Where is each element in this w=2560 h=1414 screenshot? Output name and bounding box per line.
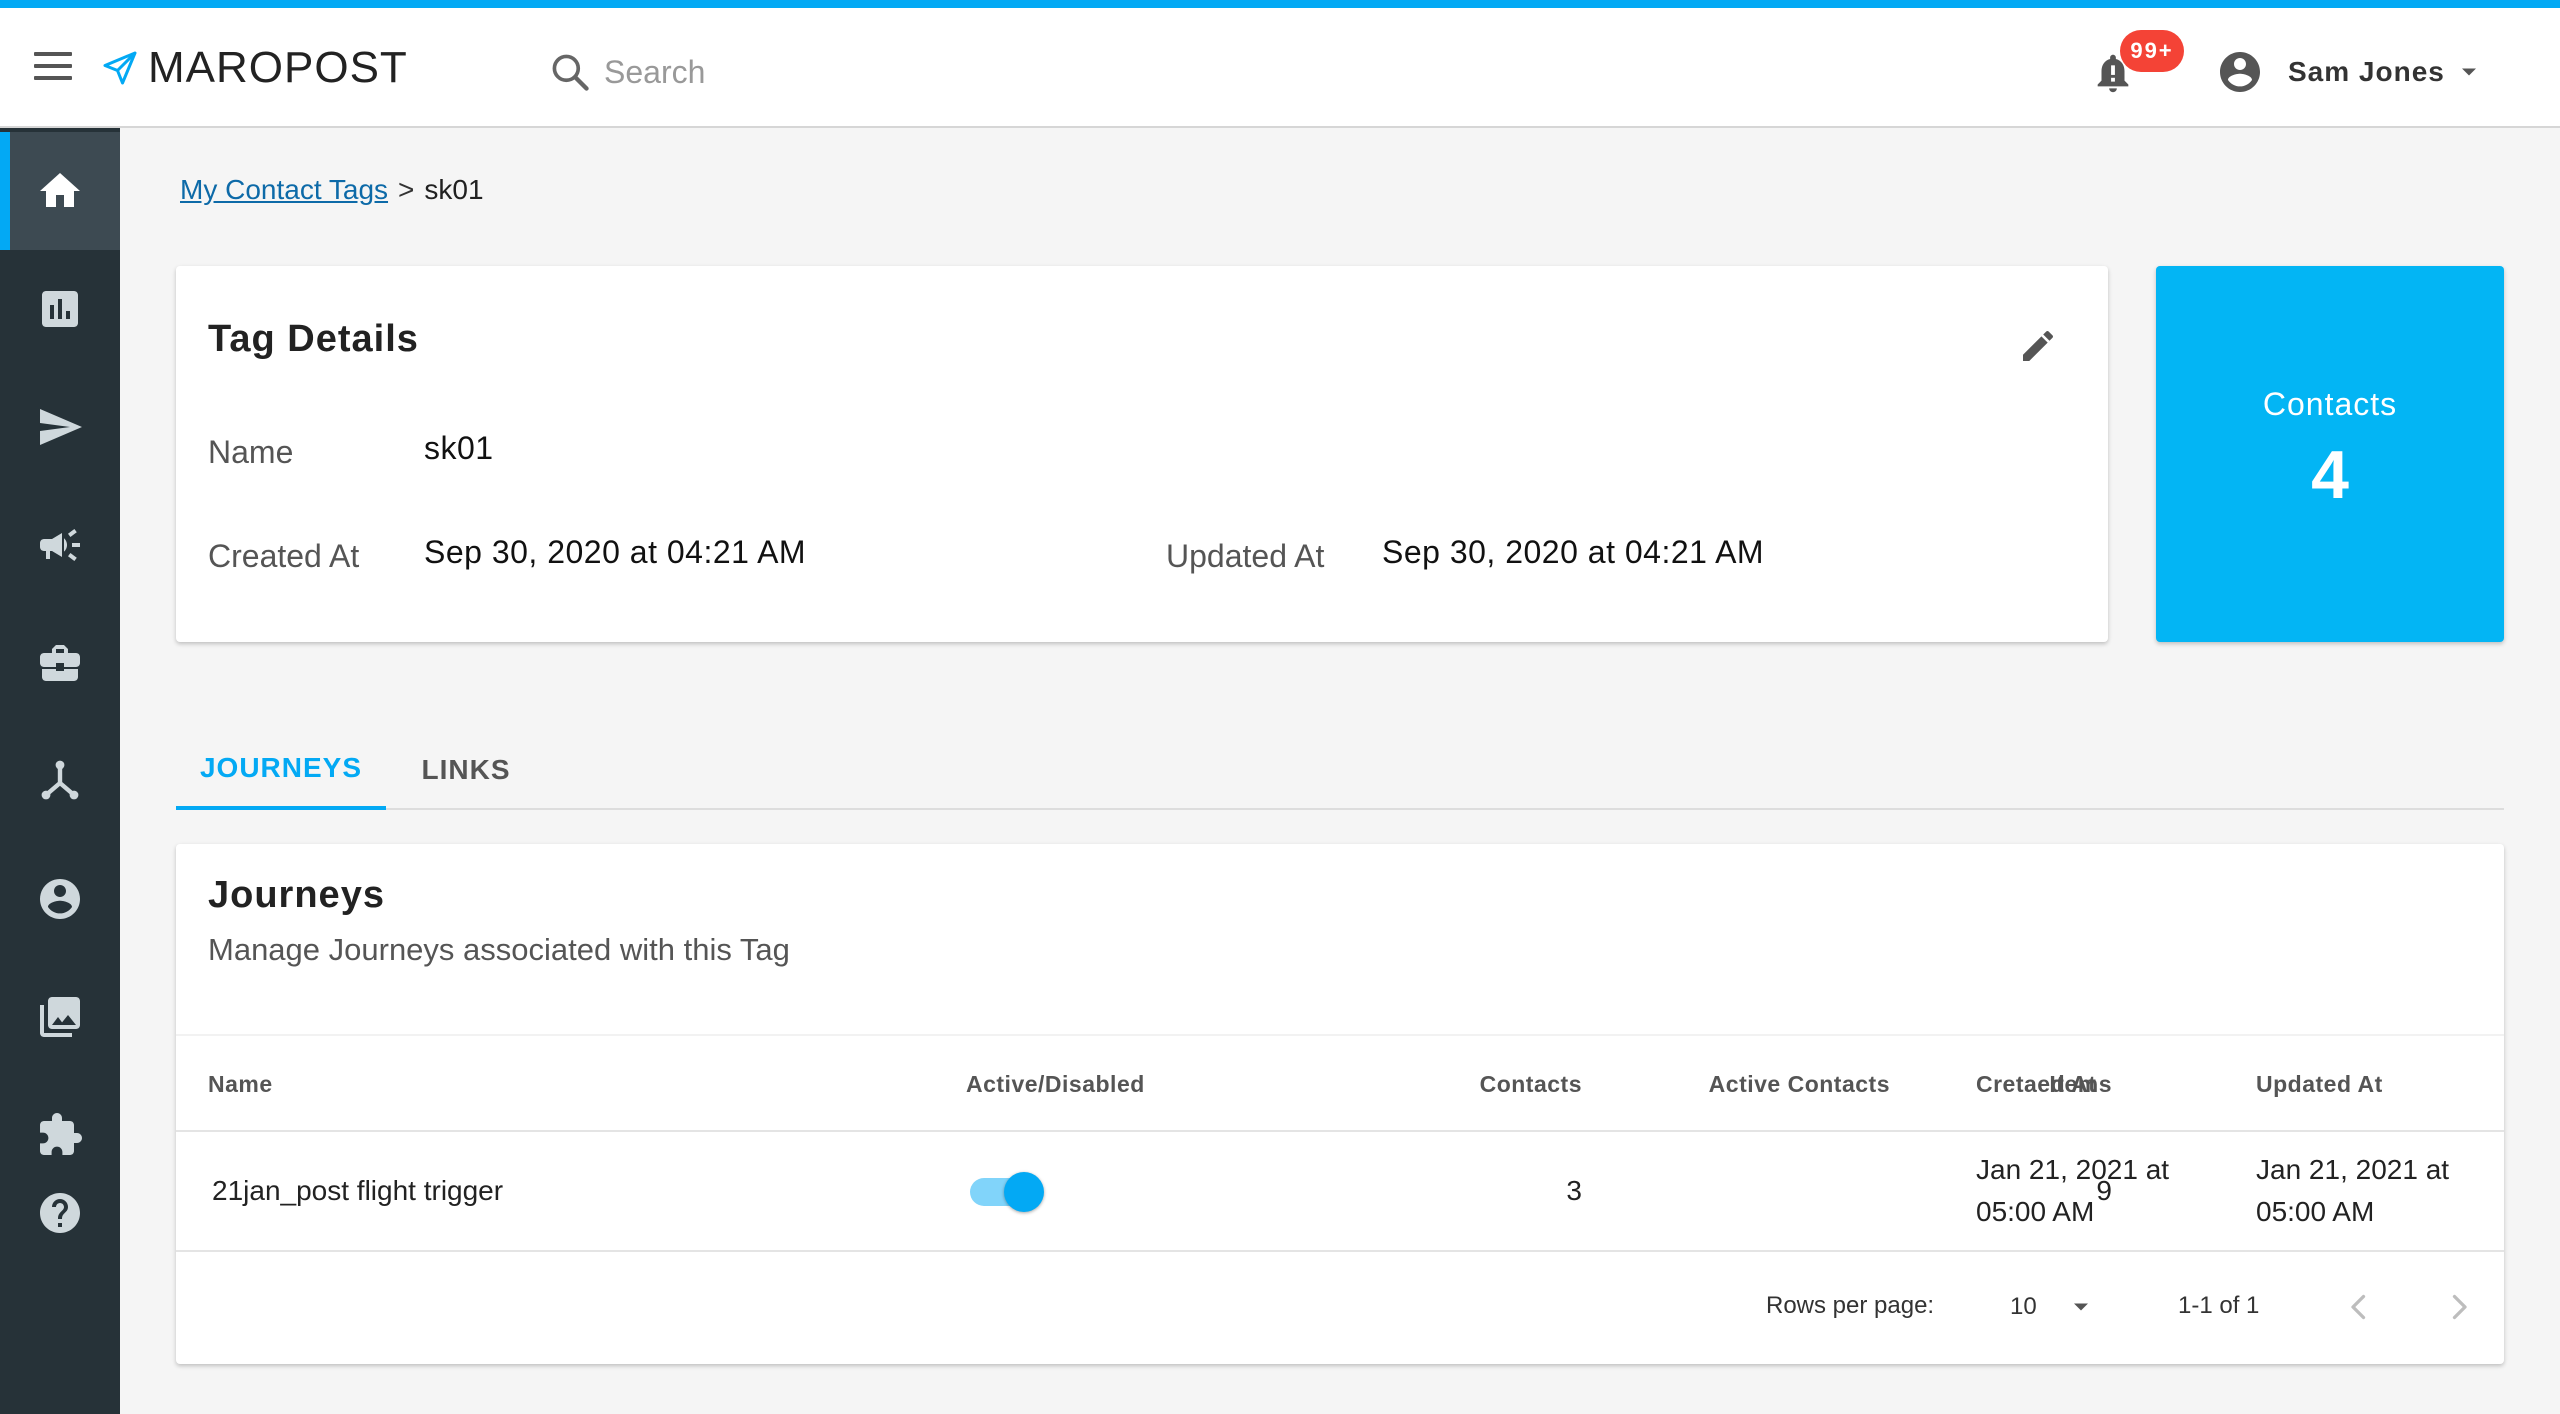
tag-details-title: Tag Details <box>208 318 419 360</box>
home-icon <box>40 173 80 207</box>
account-icon <box>40 879 80 919</box>
tab-journeys[interactable]: JOURNEYS <box>176 730 386 810</box>
breadcrumb-separator: > <box>398 174 415 205</box>
pencil-icon <box>2023 330 2054 361</box>
name-value: sk01 <box>424 430 494 466</box>
pagination-range: 1-1 of 1 <box>2178 1292 2260 1319</box>
tab-links[interactable]: LINKS <box>386 730 546 810</box>
logo[interactable]: MAROPOST <box>100 38 408 98</box>
contacts-count-label: Contacts <box>2262 386 2398 422</box>
top-accent-bar <box>0 0 2560 8</box>
sidebar-item-contacts[interactable] <box>0 840 120 958</box>
column-header-created-at[interactable]: Cretaed At <box>1976 1036 2096 1132</box>
search-icon <box>552 54 589 91</box>
rows-per-page-value: 10 <box>2010 1293 2037 1320</box>
notification-badge: 99+ <box>2120 30 2184 72</box>
contacts-count-value: 4 <box>2311 437 2349 513</box>
previous-page-button[interactable] <box>2334 1282 2384 1332</box>
journey-created-at: Jan 21, 2021 at 05:00 AM <box>1976 1132 2169 1250</box>
next-page-button[interactable] <box>2434 1282 2484 1332</box>
logo-text: MAROPOST <box>148 43 408 92</box>
chevron-left-icon <box>2351 1294 2366 1320</box>
chevron-down-icon <box>2461 68 2476 76</box>
megaphone-icon <box>40 529 80 561</box>
created-at-value: Sep 30, 2020 at 04:21 AM <box>424 534 807 570</box>
toggle-thumb <box>1004 1172 1044 1212</box>
journeys-title: Journeys <box>208 874 385 916</box>
sidebar-item-business[interactable] <box>0 604 120 722</box>
tag-details-card: Tag Details Name sk01 Created At Sep 30,… <box>176 266 2108 642</box>
active-toggle[interactable] <box>970 1162 1050 1222</box>
help-icon <box>40 1193 80 1233</box>
user-menu[interactable]: Sam Jones <box>2216 44 2483 100</box>
journey-active-contacts <box>1526 1132 1890 1250</box>
journey-name[interactable]: 21jan_post flight trigger <box>212 1132 503 1250</box>
bar-chart-icon <box>42 291 78 327</box>
rows-per-page-select[interactable]: 10 <box>2010 1282 2095 1332</box>
breadcrumb-link-contact-tags[interactable]: My Contact Tags <box>180 174 388 205</box>
sidebar-item-analytics[interactable] <box>0 250 120 368</box>
created-at-label: Created At <box>208 538 360 574</box>
journeys-card: Journeys Manage Journeys associated with… <box>176 844 2504 1364</box>
created-date-line: Jan 21, 2021 at <box>1976 1154 2170 1185</box>
user-name: Sam Jones <box>2288 56 2445 87</box>
sidebar-nav <box>0 128 120 1414</box>
journeys-subtitle: Manage Journeys associated with this Tag <box>208 932 790 967</box>
chevron-right-icon <box>2452 1294 2467 1320</box>
rows-per-page-label: Rows per page: <box>1766 1292 1935 1319</box>
table-pagination: Rows per page: 10 1-1 of 1 <box>176 1252 2504 1364</box>
name-label: Name <box>208 434 294 470</box>
journey-icon <box>41 760 79 800</box>
search-bar[interactable] <box>548 44 1104 100</box>
sidebar-item-help[interactable] <box>0 1154 120 1272</box>
puzzle-icon <box>40 1113 82 1155</box>
briefcase-icon <box>40 645 80 681</box>
created-time-line: 05:00 AM <box>1976 1196 2095 1227</box>
column-header-active[interactable]: Active/Disabled <box>966 1036 1145 1132</box>
menu-icon[interactable] <box>34 52 74 84</box>
column-header-name[interactable]: Name <box>208 1036 273 1132</box>
updated-at-value: Sep 30, 2020 at 04:21 AM <box>1382 534 1765 570</box>
updated-at-label: Updated At <box>1166 538 1325 574</box>
sidebar-item-home[interactable] <box>0 132 120 250</box>
sidebar-item-media[interactable] <box>0 958 120 1076</box>
table-header: Name Active/Disabled Contacts Active Con… <box>176 1034 2504 1132</box>
table-row[interactable]: 21jan_post flight trigger 3 9 Jan 21, 20… <box>176 1132 2504 1252</box>
tab-bar: JOURNEYS LINKS <box>176 730 2504 810</box>
journey-updated-at: Jan 21, 2021 at 05:00 AM <box>2256 1132 2449 1250</box>
contacts-count-card[interactable]: Contacts 4 <box>2156 266 2504 642</box>
edit-tag-button[interactable] <box>2018 326 2062 370</box>
breadcrumb: My Contact Tags > sk01 <box>180 174 484 206</box>
sidebar-item-campaigns[interactable] <box>0 486 120 604</box>
image-icon <box>40 997 80 1037</box>
updated-date-line: Jan 21, 2021 at <box>2256 1154 2450 1185</box>
chevron-down-icon <box>2073 1303 2088 1311</box>
account-circle-icon <box>2220 52 2260 92</box>
sidebar-item-send[interactable] <box>0 368 120 486</box>
updated-time-line: 05:00 AM <box>2256 1196 2375 1227</box>
search-input[interactable] <box>604 53 1104 91</box>
send-icon <box>40 409 82 445</box>
column-header-updated-at[interactable]: Updated At <box>2256 1036 2383 1132</box>
column-header-active-contacts[interactable]: Active Contacts <box>1526 1036 1890 1132</box>
app-header: MAROPOST 99+ Sam Jones <box>0 8 2560 128</box>
sidebar-item-journeys[interactable] <box>0 722 120 840</box>
logo-arrow-icon <box>103 51 137 85</box>
breadcrumb-current: sk01 <box>424 174 484 205</box>
